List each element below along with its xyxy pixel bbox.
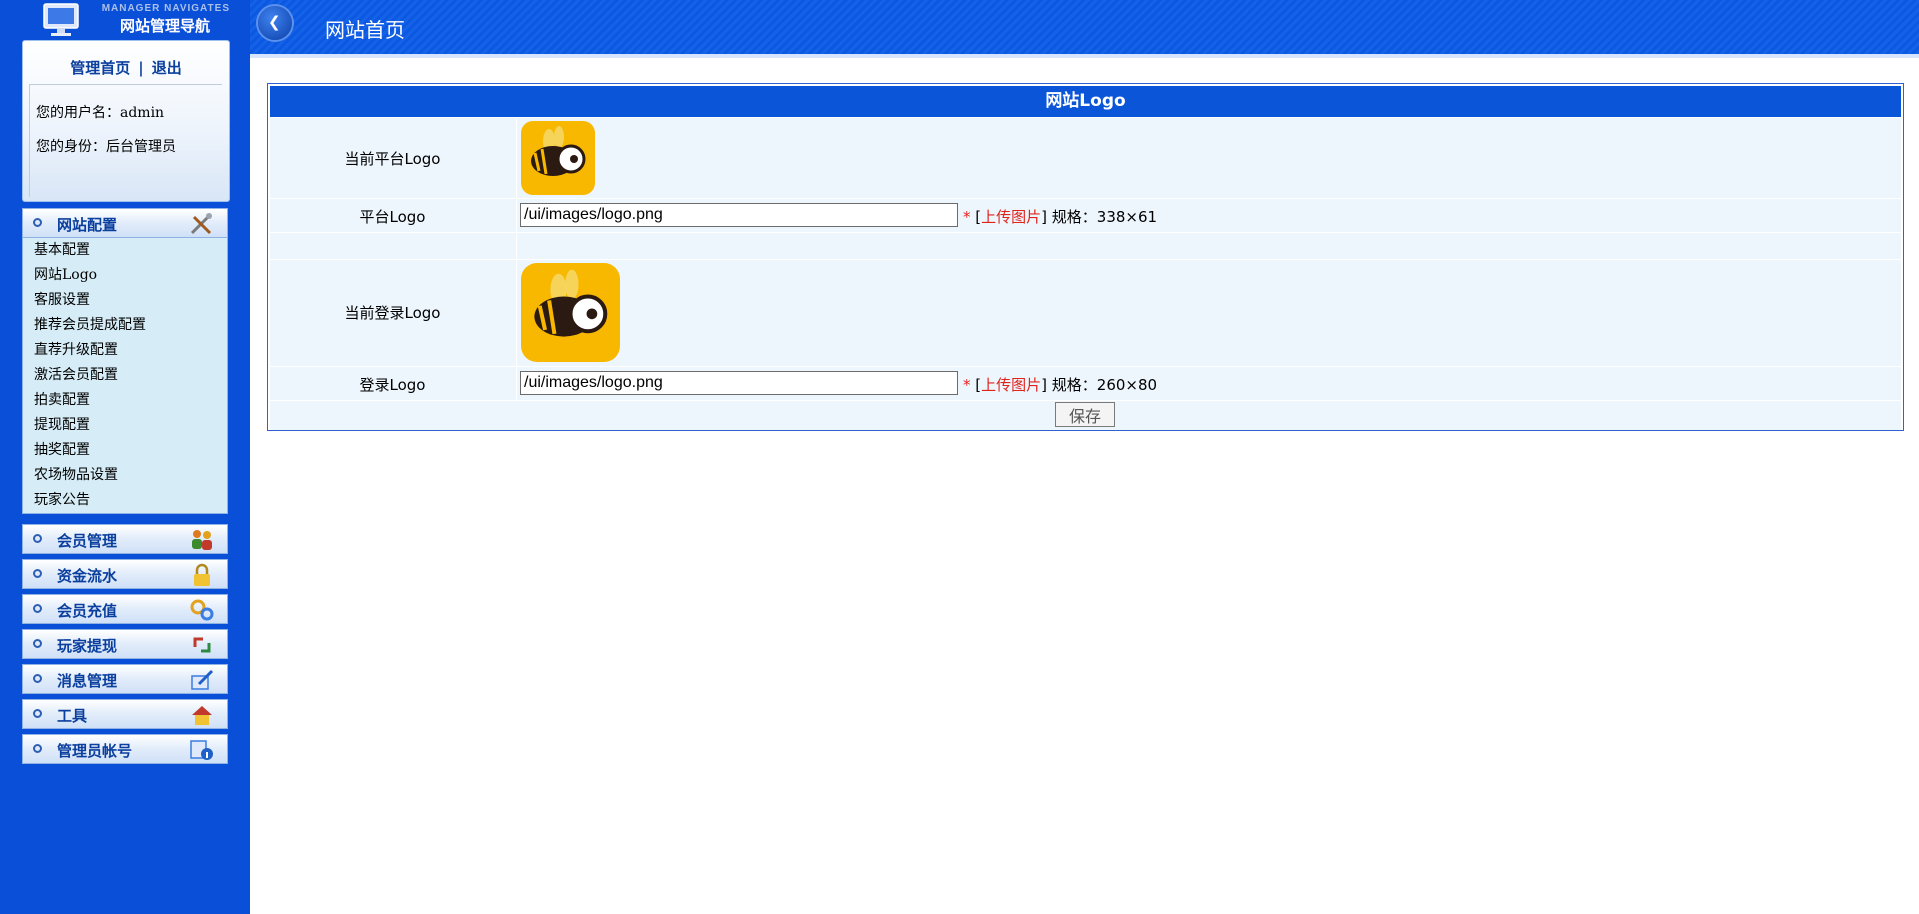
platform-logo-spec: 规格：338×61 bbox=[1051, 208, 1158, 226]
row-platform-logo: 平台Logo * [上传图片] 规格：338×61 bbox=[270, 198, 1901, 232]
submenu-item-customer-service[interactable]: 客服设置 bbox=[23, 288, 227, 313]
submenu-item-activation-config[interactable]: 激活会员配置 bbox=[23, 363, 227, 388]
user-panel: 管理首页 | 退出 您的用户名：admin 您的身份：后台管理员 bbox=[22, 40, 230, 202]
admin-info-icon bbox=[190, 740, 213, 760]
user-info: 您的用户名：admin 您的身份：后台管理员 bbox=[29, 84, 222, 197]
menu-section-label: 工具 bbox=[57, 707, 88, 725]
submenu-item-site-logo[interactable]: 网站Logo bbox=[23, 263, 227, 288]
bullet-icon bbox=[33, 709, 42, 718]
menu-section-site-config[interactable]: 网站配置 bbox=[22, 208, 228, 238]
logo-settings-panel: 网站Logo 当前平台Logo 平台Logo * bbox=[267, 83, 1904, 431]
bullet-icon bbox=[33, 604, 42, 613]
value-cell: * [上传图片] 规格：260×80 bbox=[516, 367, 1901, 400]
submenu-item-auction-config[interactable]: 拍卖配置 bbox=[23, 388, 227, 413]
menu-section-members[interactable]: 会员管理 bbox=[22, 524, 228, 554]
house-icon bbox=[192, 706, 212, 725]
platform-logo-label: 平台Logo bbox=[359, 208, 426, 226]
transfer-icon bbox=[193, 637, 211, 653]
users-icon bbox=[192, 530, 212, 550]
bullet-icon bbox=[33, 674, 42, 683]
submenu-site-config: 基本配置 网站Logo 客服设置 推荐会员提成配置 直荐升级配置 激活会员配置 … bbox=[22, 238, 228, 514]
logout-link[interactable]: 退出 bbox=[152, 59, 182, 77]
current-login-logo-label: 当前登录Logo bbox=[344, 304, 441, 322]
submenu-item-basic-config[interactable]: 基本配置 bbox=[23, 238, 227, 263]
menu-section-label: 资金流水 bbox=[57, 567, 118, 585]
platform-logo-image bbox=[521, 121, 595, 195]
bullet-icon bbox=[33, 744, 42, 753]
platform-logo-note: * [上传图片] 规格：338×61 bbox=[963, 206, 1157, 227]
login-logo-image bbox=[521, 263, 620, 362]
page-title: 网站首页 bbox=[325, 18, 405, 42]
bracket-close: ] bbox=[1041, 376, 1048, 394]
submenu-item-player-notice[interactable]: 玩家公告 bbox=[23, 488, 227, 513]
bullet-icon bbox=[33, 639, 42, 648]
menu-section-label: 玩家提现 bbox=[57, 637, 118, 655]
submenu-item-farm-items[interactable]: 农场物品设置 bbox=[23, 463, 227, 488]
gears-icon bbox=[190, 599, 214, 621]
menu-section-admin-account[interactable]: 管理员帐号 bbox=[22, 734, 228, 764]
upload-login-logo-link[interactable]: 上传图片 bbox=[981, 376, 1041, 394]
role-text: 您的身份：后台管理员 bbox=[36, 139, 176, 155]
menu-section-label: 网站配置 bbox=[57, 216, 118, 234]
row-current-platform-logo: 当前平台Logo bbox=[270, 117, 1901, 198]
menu-section-member-recharge[interactable]: 会员充值 bbox=[22, 594, 228, 624]
back-button[interactable]: ❮ bbox=[258, 6, 292, 40]
brand-subtitle: MANAGER NAVIGATES bbox=[101, 3, 230, 14]
menu-section-label: 会员充值 bbox=[57, 602, 118, 620]
submenu-item-referral-commission[interactable]: 推荐会员提成配置 bbox=[23, 313, 227, 338]
bullet-icon bbox=[33, 534, 42, 543]
current-platform-logo-label: 当前平台Logo bbox=[344, 150, 441, 168]
menu-section-player-withdraw[interactable]: 玩家提现 bbox=[22, 629, 228, 659]
required-mark: * bbox=[963, 208, 971, 226]
user-links: 管理首页 | 退出 bbox=[23, 57, 229, 78]
tools-icon bbox=[190, 213, 212, 235]
bracket-close: ] bbox=[1041, 208, 1048, 226]
menu-section-label: 消息管理 bbox=[57, 672, 118, 690]
monitor-icon bbox=[43, 3, 79, 36]
bullet-icon bbox=[33, 569, 42, 578]
value-cell bbox=[516, 260, 1901, 366]
edit-icon bbox=[191, 669, 214, 690]
row-spacer bbox=[270, 232, 1901, 259]
row-current-login-logo: 当前登录Logo bbox=[270, 259, 1901, 366]
upload-platform-logo-link[interactable]: 上传图片 bbox=[981, 208, 1041, 226]
login-logo-note: * [上传图片] 规格：260×80 bbox=[963, 374, 1157, 395]
bee-logo-icon bbox=[534, 269, 608, 337]
login-logo-spec: 规格：260×80 bbox=[1051, 376, 1158, 394]
save-button[interactable]: 保存 bbox=[1055, 402, 1115, 427]
admin-home-link[interactable]: 管理首页 bbox=[70, 59, 130, 77]
bullet-icon bbox=[33, 218, 42, 227]
submenu-item-withdraw-config[interactable]: 提现配置 bbox=[23, 413, 227, 438]
value-cell: * [上传图片] 规格：338×61 bbox=[516, 199, 1901, 232]
brand-header: MANAGER NAVIGATES 网站管理导航 bbox=[22, 0, 230, 40]
value-cell bbox=[516, 233, 1901, 259]
bee-logo-icon bbox=[531, 126, 586, 176]
link-separator: | bbox=[138, 59, 144, 77]
submenu-item-lottery-config[interactable]: 抽奖配置 bbox=[23, 438, 227, 463]
login-logo-label: 登录Logo bbox=[359, 376, 426, 394]
lock-icon bbox=[194, 563, 210, 586]
top-header-bar bbox=[250, 0, 1919, 54]
sidebar: MANAGER NAVIGATES 网站管理导航 管理首页 | 退出 您的用户名：a… bbox=[0, 0, 250, 914]
menu-section-fund-flow[interactable]: 资金流水 bbox=[22, 559, 228, 589]
menu-section-label: 管理员帐号 bbox=[57, 742, 133, 760]
header-divider bbox=[250, 54, 1919, 58]
required-mark: * bbox=[963, 376, 971, 394]
row-login-logo: 登录Logo * [上传图片] 规格：260×80 bbox=[270, 366, 1901, 400]
menu-section-label: 会员管理 bbox=[57, 532, 118, 550]
panel-title: 网站Logo bbox=[270, 86, 1901, 117]
submenu-item-direct-upgrade[interactable]: 直荐升级配置 bbox=[23, 338, 227, 363]
username-text: 您的用户名：admin bbox=[36, 105, 165, 121]
menu-section-messages[interactable]: 消息管理 bbox=[22, 664, 228, 694]
menu-section-tools[interactable]: 工具 bbox=[22, 699, 228, 729]
brand-title: 网站管理导航 bbox=[119, 17, 210, 35]
value-cell bbox=[516, 118, 1901, 198]
platform-logo-input[interactable] bbox=[520, 203, 958, 227]
chevron-left-icon: ❮ bbox=[268, 13, 281, 31]
login-logo-input[interactable] bbox=[520, 371, 958, 395]
